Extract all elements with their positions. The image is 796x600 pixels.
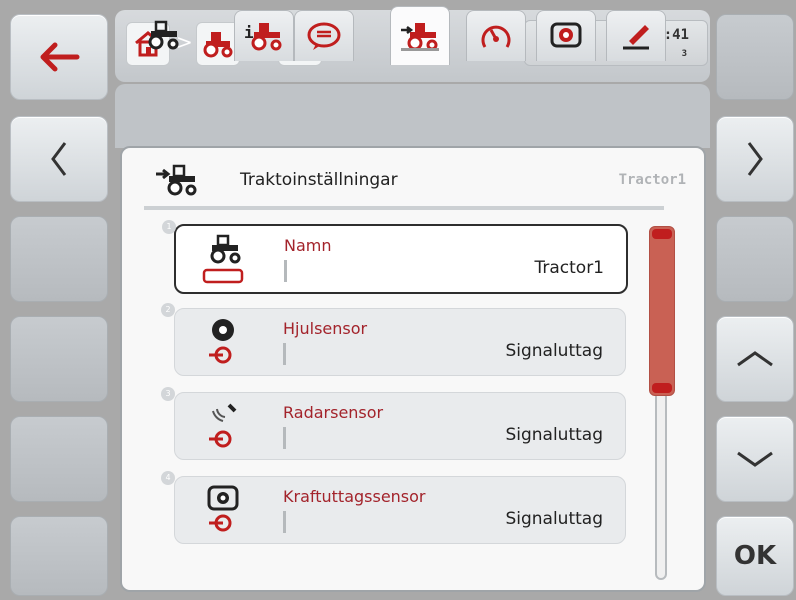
arrow-left-icon (40, 42, 80, 72)
tab-tractor-info[interactable]: i (234, 10, 294, 61)
empty-soft-key-left-5 (10, 416, 108, 502)
list-item-wheel-sensor[interactable]: 2 Hjulsensor Signaluttag (161, 303, 626, 376)
scroll-thumb-top-cap (652, 229, 672, 239)
row-value: Signaluttag (505, 509, 603, 529)
tab-tractor-settings[interactable] (390, 6, 450, 65)
text-cursor (284, 260, 287, 282)
pto-icon (550, 22, 582, 48)
row-index: 4 (161, 471, 175, 485)
row-index: 2 (161, 303, 175, 317)
back-button[interactable] (10, 14, 108, 100)
header-divider (144, 206, 664, 210)
scroll-thumb-bottom-cap (652, 383, 672, 393)
row-value: Signaluttag (505, 425, 603, 445)
row-index: 3 (161, 387, 175, 401)
row-label: Radarsensor (283, 403, 384, 422)
speedometer-icon (481, 25, 511, 48)
row-label: Kraftuttagssensor (283, 487, 426, 506)
tab-messages[interactable] (294, 10, 354, 61)
empty-soft-key-right-3 (716, 216, 794, 302)
next-button[interactable] (716, 116, 794, 202)
row-value: Signaluttag (505, 341, 603, 361)
empty-soft-key-left-4 (10, 316, 108, 402)
row-label: Namn (284, 236, 332, 255)
ok-label: OK (733, 541, 777, 571)
empty-soft-key-right-1 (716, 14, 794, 100)
tab-bar (115, 84, 710, 148)
tab-speed[interactable] (466, 10, 526, 61)
row-label: Hjulsensor (283, 319, 368, 338)
tractor-settings-icon (156, 164, 197, 196)
scrollbar-thumb[interactable] (649, 226, 675, 396)
chevron-left-icon (51, 142, 67, 176)
row-index: 1 (162, 220, 176, 234)
speech-bubble-icon (307, 22, 341, 50)
chevron-right-icon (747, 142, 763, 176)
list-item-pto-sensor[interactable]: 4 Kraftuttagssensor Signaluttag (161, 471, 626, 544)
empty-soft-key-left-6 (10, 516, 108, 596)
tractor-info-icon: i (244, 23, 282, 51)
empty-soft-key-left-3 (10, 216, 108, 302)
text-cursor (283, 511, 286, 533)
tractor-settings-icon (401, 23, 438, 51)
list-item-radar-sensor[interactable]: 3 Radarsensor Signaluttag (161, 387, 626, 460)
chevron-up-icon (737, 351, 773, 367)
previous-button[interactable] (10, 116, 108, 202)
wheel-sensor-icon (209, 319, 234, 364)
list-item-name[interactable]: 1 Namn Tractor1 (162, 220, 628, 294)
tractor-name-label: Tractor1 (618, 172, 686, 188)
tab-pto[interactable] (536, 10, 596, 61)
text-cursor (283, 343, 286, 365)
text-cursor (283, 427, 286, 449)
settings-panel: Traktoinställningar Tractor1 1 Namn Trac… (120, 146, 706, 592)
scroll-up-button[interactable] (716, 316, 794, 402)
chevron-down-icon (737, 451, 773, 467)
row-value: Tractor1 (534, 258, 604, 278)
tab-edit[interactable] (606, 10, 666, 61)
page-title: Traktoinställningar (240, 170, 398, 190)
tractor-icon (148, 20, 179, 50)
pto-sensor-icon (207, 485, 239, 532)
status-number: 3 (681, 49, 687, 59)
scroll-down-button[interactable] (716, 416, 794, 502)
ok-button[interactable]: OK (716, 516, 794, 596)
tab-tractor[interactable] (134, 10, 192, 60)
svg-text:i: i (244, 23, 254, 42)
tractor-icon (203, 32, 233, 58)
pencil-icon (623, 25, 649, 50)
tractor-icon (202, 234, 244, 284)
radar-sensor-icon (209, 403, 237, 448)
